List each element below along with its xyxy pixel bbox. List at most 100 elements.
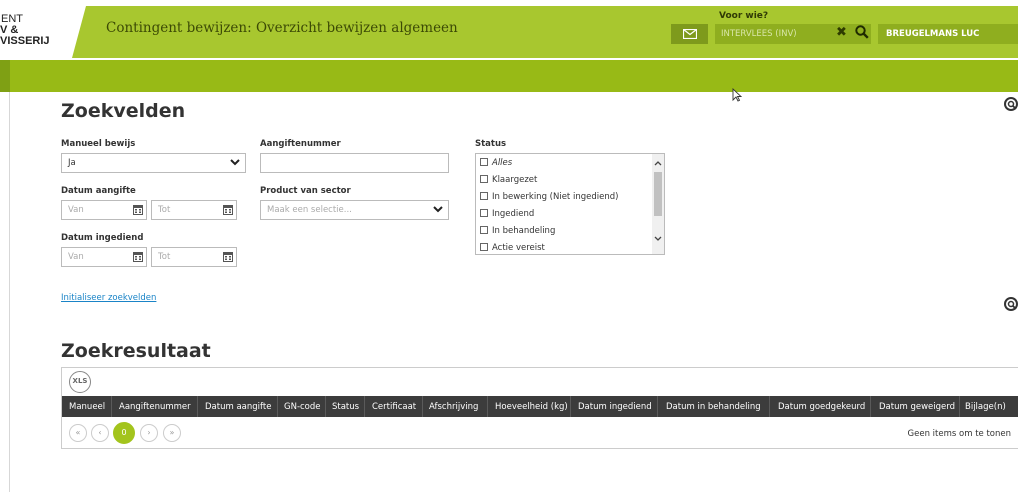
current-page-indicator[interactable]: 0 — [113, 422, 135, 444]
column-separator — [422, 396, 423, 417]
van-placeholder: Van — [68, 205, 84, 215]
left-strip — [0, 60, 10, 92]
zoom-icon[interactable] — [1002, 96, 1018, 112]
table-header: Manueel Aangiftenummer Datum aangifte GN… — [62, 396, 1018, 417]
status-option-label: Ingediend — [492, 209, 535, 219]
status-option-label: Actie vereist — [492, 243, 545, 253]
column-manueel[interactable]: Manueel — [69, 396, 105, 417]
search-icon[interactable] — [855, 25, 869, 39]
product-sector-select[interactable]: Maak een selectie... — [260, 200, 449, 220]
column-separator — [570, 396, 571, 417]
status-scrollbar[interactable] — [652, 154, 664, 254]
voor-wie-label: Voor wie? — [719, 11, 769, 21]
status-option-ingediend[interactable]: Ingediend — [480, 209, 534, 219]
status-option-alles[interactable]: Alles — [480, 158, 512, 168]
init-search-fields-link[interactable]: Initialiseer zoekvelden — [61, 293, 156, 303]
results-section-title: Zoekresultaat — [61, 340, 211, 362]
column-separator — [769, 396, 770, 417]
status-label: Status — [475, 139, 507, 149]
status-option-klaargezet[interactable]: Klaargezet — [480, 175, 537, 185]
checkbox[interactable] — [480, 175, 488, 183]
previous-page-button[interactable]: ‹ — [91, 424, 109, 442]
product-sector-label: Product van sector — [260, 186, 351, 196]
left-divider — [9, 92, 10, 492]
results-table: XLS Manueel Aangiftenummer Datum aangift… — [61, 367, 1018, 449]
mail-button[interactable] — [671, 24, 708, 44]
column-datum-in-behandeling[interactable]: Datum in behandeling — [666, 396, 761, 417]
column-datum-geweigerd[interactable]: Datum geweigerd — [879, 396, 955, 417]
product-sector-placeholder: Maak een selectie... — [267, 205, 352, 215]
last-page-button[interactable]: » — [163, 424, 181, 442]
status-listbox[interactable]: Alles Klaargezet In bewerking (Niet inge… — [475, 153, 665, 255]
column-separator — [197, 396, 198, 417]
column-separator — [657, 396, 658, 417]
manueel-bewijs-select[interactable]: Ja — [61, 153, 246, 173]
datum-aangifte-van-input[interactable]: Van — [61, 200, 147, 220]
zoom-icon[interactable] — [1002, 296, 1018, 312]
datum-aangifte-tot-input[interactable]: Tot — [151, 200, 237, 220]
column-separator — [325, 396, 326, 417]
status-option-in-bewerking[interactable]: In bewerking (Niet ingediend) — [480, 192, 618, 202]
column-datum-goedgekeurd[interactable]: Datum goedgekeurd — [778, 396, 865, 417]
user-button[interactable]: BREUGELMANS LUC — [878, 24, 1018, 44]
column-separator — [870, 396, 871, 417]
mouse-cursor-icon — [732, 88, 742, 102]
tot-placeholder: Tot — [158, 252, 171, 262]
mail-icon — [683, 29, 697, 39]
column-datum-ingediend[interactable]: Datum ingediend — [578, 396, 652, 417]
manueel-bewijs-value: Ja — [68, 158, 76, 168]
datum-ingediend-label: Datum ingediend — [61, 233, 144, 243]
checkbox[interactable] — [480, 243, 488, 251]
scroll-thumb[interactable] — [654, 172, 662, 216]
status-option-in-behandeling[interactable]: In behandeling — [480, 226, 555, 236]
header: ENT V & VISSERIJ Contingent bewijzen: Ov… — [0, 0, 1018, 60]
column-hoeveelheid[interactable]: Hoeveelheid (kg) — [495, 396, 568, 417]
status-option-label: Alles — [492, 158, 513, 168]
column-separator — [364, 396, 365, 417]
column-gn-code[interactable]: GN-code — [284, 396, 321, 417]
scroll-up-icon[interactable] — [654, 160, 662, 166]
voor-wie-input[interactable] — [715, 24, 871, 44]
sub-navigation-bar — [0, 60, 1018, 92]
clear-icon[interactable]: ✖ — [836, 25, 847, 40]
first-page-button[interactable]: « — [69, 424, 87, 442]
aangiftenummer-label: Aangiftenummer — [260, 139, 341, 149]
brand-logo[interactable]: ENT V & VISSERIJ — [0, 14, 70, 47]
column-separator — [959, 396, 960, 417]
tot-placeholder: Tot — [158, 205, 171, 215]
column-afschrijving[interactable]: Afschrijving — [429, 396, 478, 417]
status-option-label: In behandeling — [492, 226, 556, 236]
scroll-down-icon[interactable] — [654, 236, 662, 242]
empty-results-text: Geen items om te tonen — [907, 429, 1011, 439]
chevron-down-icon — [433, 206, 443, 213]
checkbox[interactable] — [480, 209, 488, 217]
column-bijlagen[interactable]: Bijlage(n) — [965, 396, 1006, 417]
page: ENT V & VISSERIJ Contingent bewijzen: Ov… — [0, 0, 1018, 492]
column-aangiftenummer[interactable]: Aangiftenummer — [119, 396, 191, 417]
column-status[interactable]: Status — [332, 396, 359, 417]
page-title: Contingent bewijzen: Overzicht bewijzen … — [106, 20, 458, 36]
brand-line-2: V & VISSERIJ — [0, 24, 50, 47]
calendar-icon[interactable] — [223, 204, 233, 215]
column-separator — [487, 396, 488, 417]
datum-ingediend-van-input[interactable]: Van — [61, 247, 147, 267]
column-certificaat[interactable]: Certificaat — [372, 396, 416, 417]
status-option-actie-vereist[interactable]: Actie vereist — [480, 243, 545, 253]
manueel-bewijs-label: Manueel bewijs — [61, 139, 136, 149]
calendar-icon[interactable] — [133, 251, 143, 262]
datum-ingediend-tot-input[interactable]: Tot — [151, 247, 237, 267]
status-option-label: In bewerking (Niet ingediend) — [492, 192, 619, 202]
calendar-icon[interactable] — [223, 251, 233, 262]
next-page-button[interactable]: › — [140, 424, 158, 442]
checkbox[interactable] — [480, 158, 488, 166]
column-datum-aangifte[interactable]: Datum aangifte — [205, 396, 271, 417]
column-separator — [111, 396, 112, 417]
datum-aangifte-label: Datum aangifte — [61, 186, 136, 196]
pagination: « ‹ 0 › » Geen items om te tonen — [62, 417, 1018, 448]
xls-export-button[interactable]: XLS — [69, 371, 91, 393]
calendar-icon[interactable] — [133, 204, 143, 215]
checkbox[interactable] — [480, 226, 488, 234]
search-section-title: Zoekvelden — [61, 100, 186, 122]
aangiftenummer-input[interactable] — [260, 153, 449, 173]
checkbox[interactable] — [480, 192, 488, 200]
